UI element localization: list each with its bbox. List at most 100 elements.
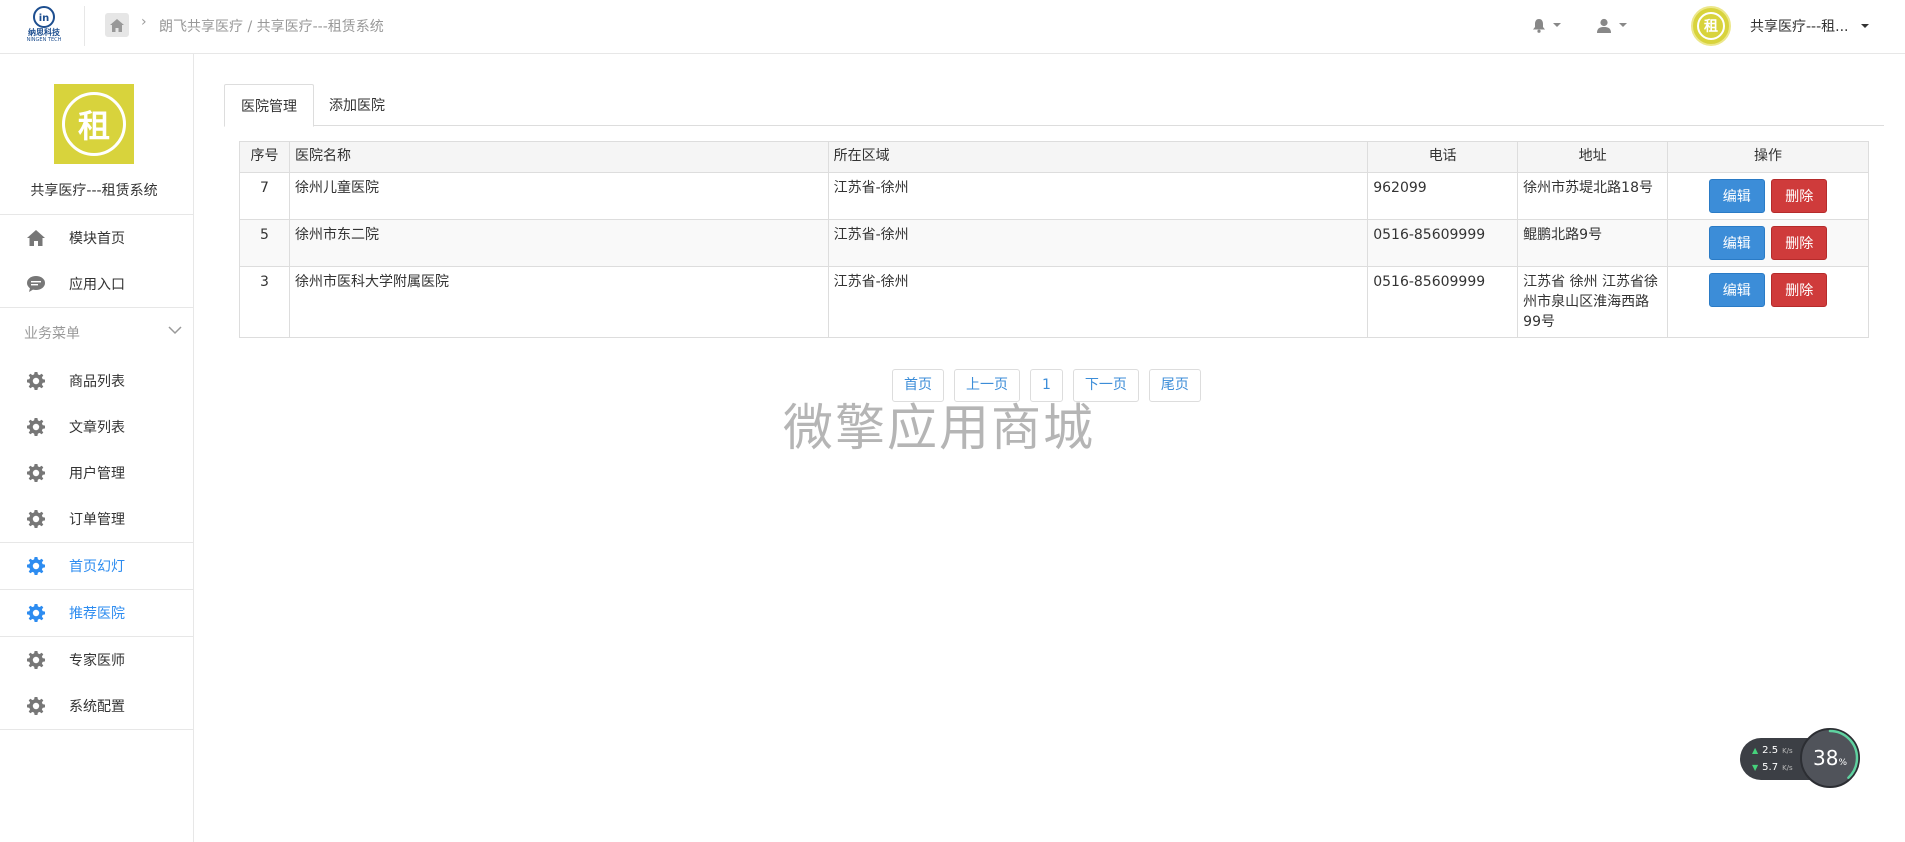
sidebar-item-label: 文章列表 [69,420,125,436]
cell-phone: 0516-85609999 [1367,266,1519,338]
sidebar-item-label: 模块首页 [69,231,125,247]
sidebar-item-system-config[interactable]: 系统配置 [0,683,194,729]
home-icon [110,18,124,32]
delete-button[interactable]: 删除 [1771,273,1828,307]
sidebar-item-articles[interactable]: 文章列表 [0,404,194,450]
upload-speed: ▲ 2.5 K/s [1752,745,1793,756]
column-header-name: 医院名称 [288,141,829,173]
avatar[interactable]: 租 [1691,6,1731,46]
sidebar-item-label: 推荐医院 [69,606,125,622]
svg-text:in: in [39,13,50,24]
cell-address: 徐州市苏堤北路18号 [1517,172,1669,220]
user-icon [1597,18,1611,33]
app-logo: 租 [54,84,134,164]
logo-mark-icon: in [33,6,55,28]
gear-icon [25,602,47,624]
home-button[interactable] [105,13,129,37]
sidebar-item-label: 商品列表 [69,374,125,390]
sidebar-item-home-slides[interactable]: 首页幻灯 [0,543,194,589]
delete-button[interactable]: 删除 [1771,226,1828,260]
cell-id: 5 [239,219,290,267]
tab-add-hospital[interactable]: 添加医院 [313,84,401,126]
upload-unit: K/s [1782,746,1793,755]
sidebar-item-users[interactable]: 用户管理 [0,450,194,496]
download-speed: ▼ 5.7 K/s [1752,762,1793,773]
arrow-up-icon: ▲ [1752,746,1759,755]
app-title: 共享医疗---租赁系统 [30,183,158,199]
table-row: 3 徐州市医科大学附属医院 江苏省-徐州 0516-85609999 江苏省 徐… [239,266,1869,338]
last-page-button[interactable]: 尾页 [1148,369,1201,402]
column-header-region: 所在区域 [827,141,1369,173]
cell-phone: 962099 [1367,172,1519,220]
sidebar-item-label: 用户管理 [69,466,125,482]
cell-address: 江苏省 徐州 江苏省徐州市泉山区淮海西路99号 [1517,266,1669,338]
sidebar-item-orders[interactable]: 订单管理 [0,496,194,542]
menu-divider [0,729,194,730]
sidebar-item-expert-doctors[interactable]: 专家医师 [0,637,194,683]
sidebar-item-recommended-hospitals[interactable]: 推荐医院 [0,590,194,636]
gauge-value: 38% [1812,746,1847,770]
memory-gauge[interactable]: 38% [1800,728,1860,788]
upload-value: 2.5 [1762,745,1779,756]
sidebar-item-app-entry[interactable]: 应用入口 [0,261,194,307]
cell-name: 徐州市医科大学附属医院 [288,266,829,338]
breadcrumb[interactable]: 朗飞共享医疗 / 共享医疗---租赁系统 [159,16,384,36]
edit-button[interactable]: 编辑 [1708,226,1765,260]
breadcrumb-chevron-icon: › [141,14,147,30]
cell-region: 江苏省-徐州 [827,172,1369,220]
gear-icon [25,555,47,577]
chevron-down-icon [1553,23,1561,27]
cell-name: 徐州儿童医院 [288,172,829,220]
business-menu-toggle[interactable]: 业务菜单 [0,308,194,358]
sidebar-item-products[interactable]: 商品列表 [0,358,194,404]
cell-region: 江苏省-徐州 [827,219,1369,267]
tab-hospital-management[interactable]: 医院管理 [224,84,314,127]
sidebar-item-label: 应用入口 [69,277,125,293]
cell-name: 徐州市东二院 [288,219,829,267]
user-name: 共享医疗---租... [1750,19,1849,35]
content-tabs: 医院管理 添加医院 [224,84,1884,127]
logo-subtext: NINGEN TECH [26,37,62,43]
sidebar-item-module-home[interactable]: 模块首页 [0,215,194,261]
column-header-phone: 电话 [1367,141,1519,173]
tab-label: 医院管理 [241,98,297,115]
column-header-address: 地址 [1517,141,1669,173]
cell-address: 鲲鹏北路9号 [1517,219,1669,267]
column-header-id: 序号 [239,141,290,173]
cell-actions: 编辑 删除 [1667,219,1869,267]
sidebar-item-label: 专家医师 [69,653,125,669]
notifications-menu[interactable] [1532,14,1561,36]
gear-icon [25,416,47,438]
account-dropdown[interactable]: 共享医疗---租... [1750,16,1869,36]
app-logo-char: 租 [77,107,110,145]
user-menu[interactable] [1596,14,1627,36]
download-value: 5.7 [1762,762,1779,773]
delete-button[interactable]: 删除 [1771,179,1828,213]
gear-icon [25,508,47,530]
arrow-down-icon: ▼ [1752,763,1759,772]
table-row: 5 徐州市东二院 江苏省-徐州 0516-85609999 鲲鹏北路9号 编辑 … [239,219,1869,267]
top-menu: 模块首页 应用入口 业务菜单 商品列表 文章列表 用户管理 订单管理 首页幻灯 … [0,214,194,730]
edit-button[interactable]: 编辑 [1708,179,1765,213]
cell-actions: 编辑 删除 [1667,172,1869,220]
company-logo[interactable]: in 纳思科技 NINGEN TECH [24,6,64,46]
cell-id: 3 [239,266,290,338]
sidebar-item-label: 首页幻灯 [69,559,125,575]
edit-button[interactable]: 编辑 [1708,273,1765,307]
column-header-actions: 操作 [1667,141,1869,173]
chevron-down-icon [168,326,182,335]
table-header-row: 序号 医院名称 所在区域 电话 地址 操作 [239,141,1869,173]
chevron-down-icon [1619,23,1627,27]
download-unit: K/s [1782,763,1793,772]
cell-actions: 编辑 删除 [1667,266,1869,338]
header-divider [84,6,85,46]
cell-region: 江苏省-徐州 [827,266,1369,338]
table-row: 7 徐州儿童医院 江苏省-徐州 962099 徐州市苏堤北路18号 编辑 删除 [239,172,1869,220]
cell-phone: 0516-85609999 [1367,219,1519,267]
group-label: 业务菜单 [24,326,80,342]
tab-label: 添加医院 [329,98,385,114]
chat-icon [25,273,47,295]
hospital-table: 序号 医院名称 所在区域 电话 地址 操作 7 徐州儿童医院 江苏省-徐州 96… [239,141,1869,338]
cell-id: 7 [239,172,290,220]
gear-icon [25,462,47,484]
